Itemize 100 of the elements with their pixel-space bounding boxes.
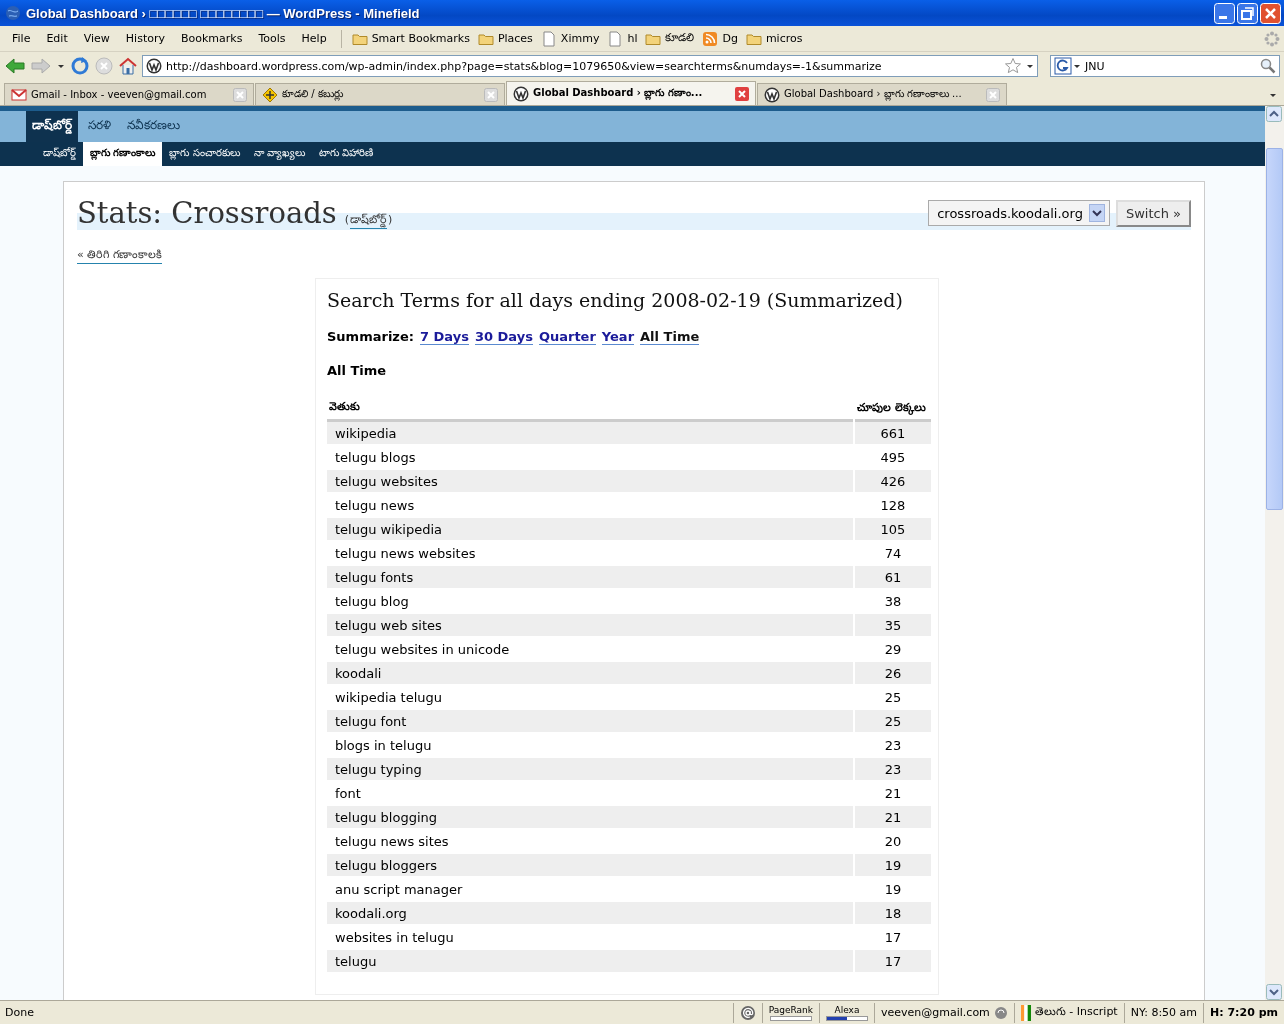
table-cell: 23 <box>855 758 931 782</box>
bookmark-item[interactable]: Smart Bookmarks <box>347 30 474 47</box>
site-icon <box>146 58 162 74</box>
report-heading: Search Terms for all days ending 2008-02-19 (Summarized) <box>327 289 904 311</box>
star-icon[interactable] <box>1004 57 1022 75</box>
home-time: H: 7:20 pm <box>1203 1002 1284 1023</box>
page-icon <box>607 30 624 47</box>
sync-icon[interactable] <box>993 1005 1008 1020</box>
period-link[interactable]: 30 Days <box>474 329 533 345</box>
pagerank-meter <box>769 1015 812 1021</box>
bookmark-item[interactable]: Places <box>473 30 537 47</box>
restore-button[interactable] <box>1237 2 1258 24</box>
google-icon[interactable] <box>1054 57 1082 75</box>
table-cell: 19 <box>855 854 931 878</box>
table-cell: 426 <box>855 470 931 494</box>
wordpress-icon <box>513 85 529 102</box>
table-cell: telugu <box>327 950 853 974</box>
wordpress-icon <box>764 86 780 103</box>
menu-item[interactable]: Bookmarks <box>173 32 251 45</box>
scroll-up-button[interactable] <box>1266 106 1282 122</box>
nav-link[interactable]: డాష్‌బోర్డ్ <box>26 111 78 142</box>
keyboard-layout[interactable]: తెలుగు - Inscript <box>1034 1005 1118 1020</box>
menu-item[interactable]: History <box>117 32 173 45</box>
back-button[interactable] <box>4 56 26 76</box>
scroll-down-button[interactable] <box>1266 984 1282 1000</box>
alexa-label: Alexa <box>834 1004 860 1015</box>
diamond-icon <box>262 86 278 103</box>
menu-item[interactable]: Edit <box>38 32 76 45</box>
account-text: veeven@gmail.com <box>881 1006 990 1019</box>
browser-tab[interactable]: Global Dashboard › బ్లాగు గణాంకాలు ... <box>757 83 1007 105</box>
period-link[interactable]: Year <box>601 329 635 345</box>
back-link[interactable]: « తిరిగి గణాంకాలకి <box>77 248 162 264</box>
menu-item[interactable]: Tools <box>250 32 294 45</box>
period-link[interactable]: Quarter <box>538 329 596 345</box>
bracket-text: ( <box>344 213 349 228</box>
search-icon[interactable] <box>1260 58 1276 74</box>
window-title: Global Dashboard › □□□□□□ □□□□□□□□ — WordPress - Minefield <box>26 5 421 21</box>
search-field[interactable]: JNU <box>1050 55 1280 77</box>
menu-item[interactable]: Help <box>293 32 335 45</box>
table-cell: telugu font <box>327 710 853 734</box>
submenu-item[interactable]: బ్లాగు సంచారకులు <box>162 142 247 166</box>
address-bar[interactable]: http://dashboard.wordpress.com/wp-admin/index.php?page=stats&blog=1079650&view=searchterms&numdays=-1&summarize <box>142 55 1038 77</box>
browser-tab[interactable]: Global Dashboard › బ్లాగు గణాం... <box>506 81 756 105</box>
period-link[interactable]: 7 Days <box>419 329 469 345</box>
close-tab-icon[interactable] <box>735 86 749 101</box>
status-text: Done <box>4 1006 34 1019</box>
table-cell: 26 <box>855 662 931 686</box>
submenu-item[interactable]: డాష్‌బోర్డ్ <box>36 142 83 166</box>
period-link[interactable]: All Time <box>640 329 700 345</box>
page-title: Stats: Crossroads <box>77 196 337 230</box>
table-cell: telugu blogging <box>327 806 853 830</box>
table-cell: wikipedia <box>327 422 853 446</box>
bookmark-item[interactable]: micros <box>741 30 807 47</box>
bookmark-item[interactable]: కూడలి <box>641 30 699 47</box>
table-cell: 661 <box>855 422 931 446</box>
flag-icon[interactable] <box>1020 1004 1031 1021</box>
table-cell: 61 <box>855 566 931 590</box>
home-button[interactable] <box>118 56 138 76</box>
scrollbar[interactable] <box>1265 106 1284 1000</box>
table-cell: telugu wikipedia <box>327 518 853 542</box>
blog-select[interactable]: crossroads.koodali.org <box>928 200 1110 226</box>
table-cell: telugu fonts <box>327 566 853 590</box>
dashboard-link[interactable]: డాష్‌బోర్డ్ <box>349 213 387 229</box>
bookmark-item[interactable]: Dg <box>698 30 742 47</box>
ny-time: NY: 8:50 am <box>1123 1002 1204 1023</box>
reload-button[interactable] <box>70 56 90 76</box>
table-cell: 105 <box>855 518 931 542</box>
browser-tab[interactable]: Gmail - Inbox - veeven@gmail.com <box>4 83 254 105</box>
pagerank-label: PageRank <box>768 1004 813 1015</box>
table-cell: 17 <box>855 950 931 974</box>
table-cell: 35 <box>855 614 931 638</box>
bracket-text: ) <box>387 213 393 228</box>
submenu-item[interactable]: బ్లాగు గణాంకాలు <box>83 142 163 166</box>
bookmark-item[interactable]: Ximmy <box>536 30 604 47</box>
table-cell: telugu web sites <box>327 614 853 638</box>
submenu-item[interactable]: టాగు విహారిణి <box>311 142 381 166</box>
page-icon <box>540 30 557 47</box>
table-cell: 21 <box>855 806 931 830</box>
summarize-label: Summarize: <box>327 329 414 345</box>
close-button[interactable] <box>1260 2 1281 24</box>
mail-icon <box>11 86 27 103</box>
menu-item[interactable]: View <box>75 32 118 45</box>
browser-tab[interactable]: కూడలి / కబుర్లు <box>255 83 505 105</box>
nav-link[interactable]: సరళి <box>82 111 117 142</box>
switch-button[interactable]: Switch » <box>1115 199 1191 227</box>
nav-link[interactable]: నవీకరణలు <box>121 111 186 142</box>
table-cell: telugu websites <box>327 470 853 494</box>
table-cell: 18 <box>855 902 931 926</box>
submenu-item[interactable]: నా వ్యాఖ్యలు <box>246 142 312 166</box>
rss-icon <box>702 30 719 47</box>
minimize-button[interactable] <box>1214 2 1235 24</box>
bookmark-item[interactable]: hl <box>603 30 642 47</box>
scroll-thumb[interactable] <box>1266 148 1283 510</box>
table-cell: telugu bloggers <box>327 854 853 878</box>
throbber-icon <box>1264 30 1280 47</box>
menu-item[interactable]: File <box>4 32 39 45</box>
table-cell: telugu typing <box>327 758 853 782</box>
table-cell: koodali <box>327 662 853 686</box>
globe-icon <box>5 5 21 21</box>
table-cell: koodali.org <box>327 902 853 926</box>
